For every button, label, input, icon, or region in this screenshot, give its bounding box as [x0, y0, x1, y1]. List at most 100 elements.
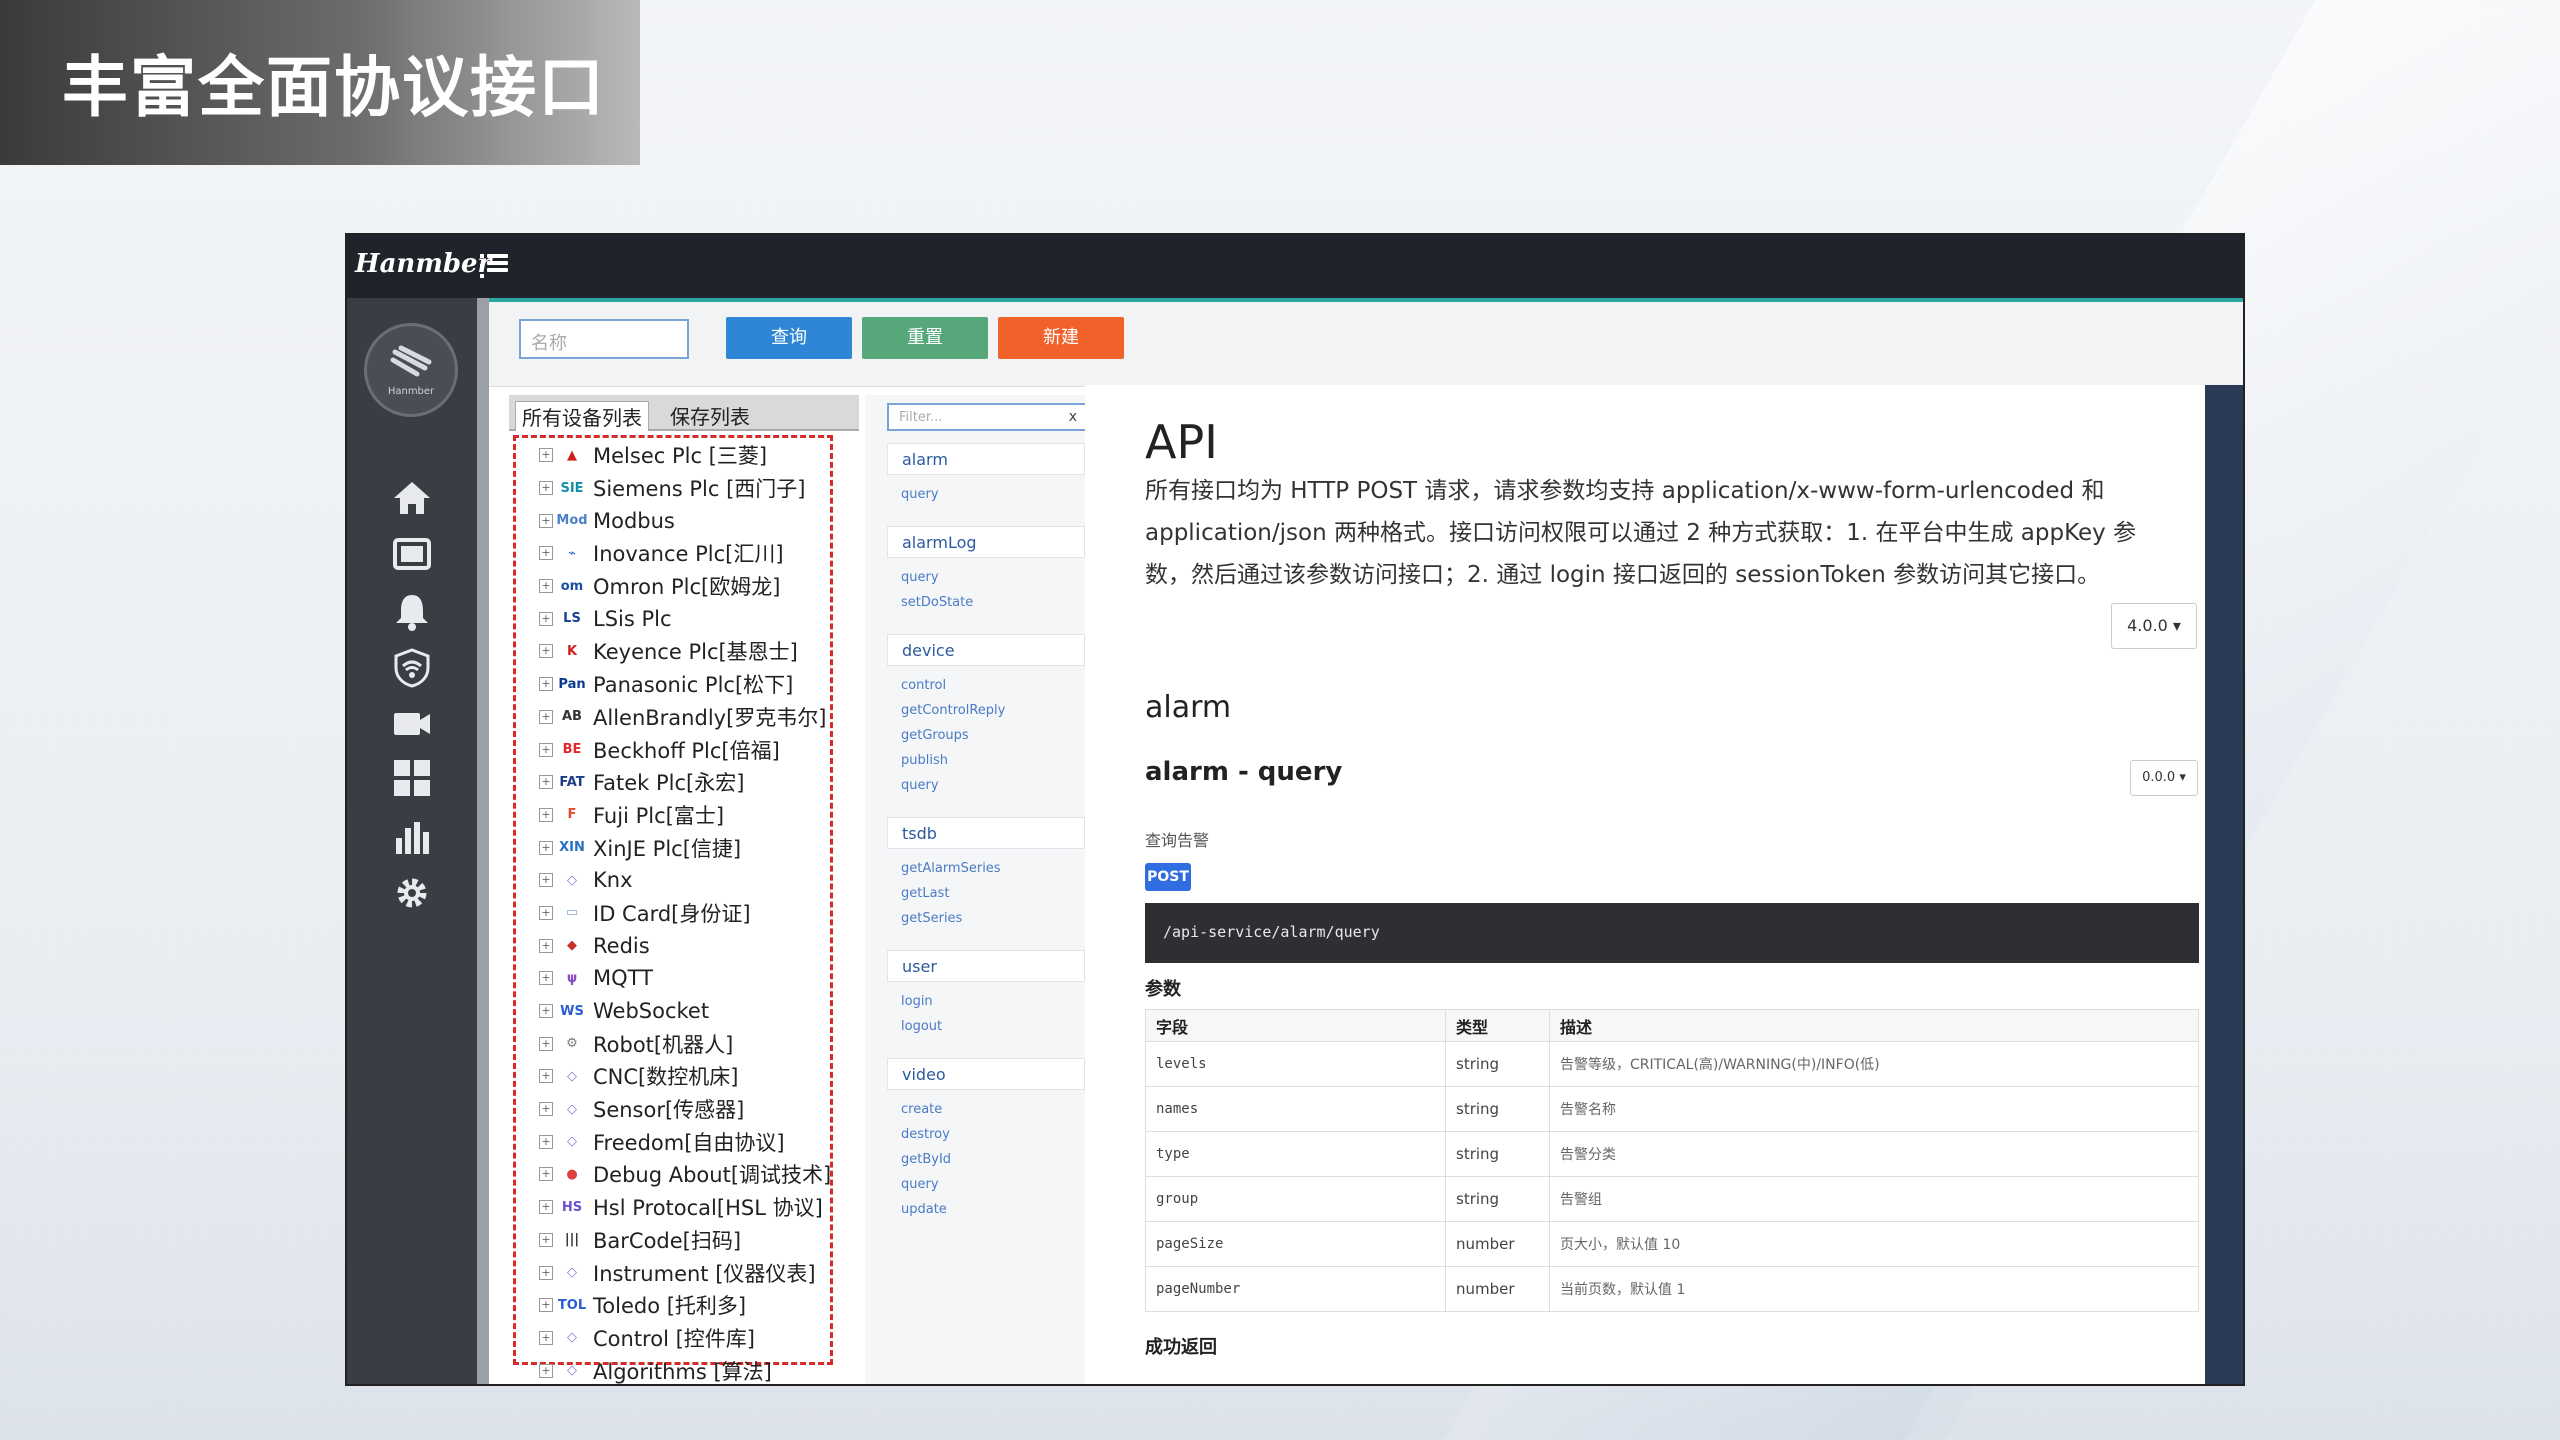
api-link-device-query[interactable]: query [901, 778, 939, 793]
expand-icon[interactable]: + [539, 1069, 553, 1084]
api-group-video[interactable]: video [887, 1058, 1085, 1090]
expand-icon[interactable]: + [539, 1004, 553, 1019]
reset-button[interactable]: 重置 [862, 317, 988, 359]
device-tree-item[interactable]: + F Fuji Plc[富士] [539, 799, 869, 832]
expand-icon[interactable]: + [539, 448, 553, 463]
expand-icon[interactable]: + [539, 775, 553, 790]
expand-icon[interactable]: + [539, 611, 553, 626]
avatar[interactable]: Hanmber [364, 323, 458, 417]
device-tree-item[interactable]: + XIN XinJE Plc[信捷] [539, 831, 869, 864]
video-camera-icon[interactable] [392, 703, 432, 743]
api-link-tsdb-getSeries[interactable]: getSeries [901, 911, 962, 926]
expand-icon[interactable]: + [539, 709, 553, 724]
settings-gear-icon[interactable] [392, 873, 432, 913]
create-button[interactable]: 新建 [998, 317, 1124, 359]
device-tree-item[interactable]: + ψ MQTT [539, 962, 869, 995]
api-link-video-query[interactable]: query [901, 1177, 939, 1192]
filter-input[interactable]: Filter... x [887, 403, 1087, 431]
expand-icon[interactable]: + [539, 840, 553, 855]
expand-icon[interactable]: + [539, 481, 553, 496]
dashboard-grid-icon[interactable] [392, 758, 432, 798]
device-tree-item[interactable]: + ◆ Redis [539, 929, 869, 962]
api-link-video-destroy[interactable]: destroy [901, 1127, 950, 1142]
device-tree-item[interactable]: + ◇ Knx [539, 864, 869, 897]
expand-icon[interactable]: + [539, 971, 553, 986]
device-tree-item[interactable]: + ◇ Sensor[传感器] [539, 1093, 869, 1126]
api-version-select[interactable]: 4.0.0 ▾ [2111, 603, 2197, 649]
expand-icon[interactable]: + [539, 1232, 553, 1247]
device-tree-item[interactable]: + ◇ Freedom[自由协议] [539, 1125, 869, 1158]
device-tree-item[interactable]: + ⚙ Robot[机器人] [539, 1027, 869, 1060]
api-link-device-getGroups[interactable]: getGroups [901, 728, 969, 743]
device-tree-item[interactable]: + SIE Siemens Plc [西门子] [539, 472, 869, 505]
device-tree-item[interactable]: + ◇ Instrument [仪器仪表] [539, 1256, 869, 1289]
device-tree-item[interactable]: + Mod Modbus [539, 504, 869, 537]
api-link-alarmLog-query[interactable]: query [901, 570, 939, 585]
statistics-icon[interactable] [392, 816, 432, 856]
device-tree-item[interactable]: + Pan Panasonic Plc[松下] [539, 668, 869, 701]
api-link-device-control[interactable]: control [901, 678, 946, 693]
expand-icon[interactable]: + [539, 677, 553, 692]
expand-icon[interactable]: + [539, 1102, 553, 1117]
api-link-alarm-query[interactable]: query [901, 487, 939, 502]
expand-icon[interactable]: + [539, 742, 553, 757]
api-group-alarm[interactable]: alarm [887, 443, 1085, 475]
api-link-video-getById[interactable]: getById [901, 1152, 951, 1167]
api-link-user-logout[interactable]: logout [901, 1019, 942, 1034]
shield-wifi-icon[interactable] [392, 648, 432, 688]
tab-all-devices[interactable]: 所有设备列表 [515, 401, 649, 431]
expand-icon[interactable]: + [539, 1167, 553, 1182]
query-button[interactable]: 查询 [726, 317, 852, 359]
api-group-user[interactable]: user [887, 950, 1085, 982]
api-link-device-getControlReply[interactable]: getControlReply [901, 703, 1005, 718]
expand-icon[interactable]: + [539, 1363, 553, 1378]
expand-icon[interactable]: + [539, 1298, 553, 1313]
device-tree-item[interactable]: + LS LSis Plc [539, 602, 869, 635]
expand-icon[interactable]: + [539, 807, 553, 822]
device-tree-item[interactable]: + HS Hsl Protocal[HSL 协议] [539, 1191, 869, 1224]
expand-icon[interactable]: + [539, 1036, 553, 1051]
api-link-device-publish[interactable]: publish [901, 753, 948, 768]
api-group-tsdb[interactable]: tsdb [887, 817, 1085, 849]
endpoint-version-select[interactable]: 0.0.0 ▾ [2130, 760, 2198, 796]
device-tree-item[interactable]: + BE Beckhoff Plc[倍福] [539, 733, 869, 766]
api-group-alarmLog[interactable]: alarmLog [887, 526, 1085, 558]
device-tree-item[interactable]: + AB AllenBrandly[罗克韦尔] [539, 701, 869, 734]
monitor-icon[interactable] [392, 535, 432, 575]
device-tree-item[interactable]: + ● Debug About[调试技术] [539, 1158, 869, 1191]
api-link-video-create[interactable]: create [901, 1102, 942, 1117]
device-tree-item[interactable]: + WS WebSocket [539, 995, 869, 1028]
device-tree-item[interactable]: + K Keyence Plc[基恩士] [539, 635, 869, 668]
expand-icon[interactable]: + [539, 546, 553, 561]
expand-icon[interactable]: + [539, 938, 553, 953]
device-tree-item[interactable]: + ◇ CNC[数控机床] [539, 1060, 869, 1093]
device-tree-item[interactable]: + ⌁ Inovance Plc[汇川] [539, 537, 869, 570]
device-tree-item[interactable]: + FAT Fatek Plc[永宏] [539, 766, 869, 799]
expand-icon[interactable]: + [539, 1200, 553, 1215]
device-tree-item[interactable]: + TOL Toledo [托利多] [539, 1289, 869, 1322]
device-tree-item[interactable]: + ||| BarCode[扫码] [539, 1224, 869, 1257]
menu-toggle-icon[interactable] [480, 251, 508, 279]
api-link-tsdb-getLast[interactable]: getLast [901, 886, 949, 901]
expand-icon[interactable]: + [539, 1134, 553, 1149]
expand-icon[interactable]: + [539, 1330, 553, 1345]
device-tree-item[interactable]: + ▲ Melsec Plc [三菱] [539, 439, 869, 472]
expand-icon[interactable]: + [539, 873, 553, 888]
device-tree-item[interactable]: + om Omron Plc[欧姆龙] [539, 570, 869, 603]
home-icon[interactable] [392, 478, 432, 518]
device-tree-item[interactable]: + ◇ Algorithms [算法] [539, 1354, 869, 1384]
name-search-input[interactable]: 名称 [519, 319, 689, 359]
api-link-alarmLog-setDoState[interactable]: setDoState [901, 595, 973, 610]
api-group-device[interactable]: device [887, 634, 1085, 666]
expand-icon[interactable]: + [539, 905, 553, 920]
tab-saved-list[interactable]: 保存列表 [664, 401, 756, 430]
device-tree-item[interactable]: + ◇ Control [控件库] [539, 1322, 869, 1355]
api-link-tsdb-getAlarmSeries[interactable]: getAlarmSeries [901, 861, 1001, 876]
api-link-user-login[interactable]: login [901, 994, 933, 1009]
expand-icon[interactable]: + [539, 1265, 553, 1280]
expand-icon[interactable]: + [539, 644, 553, 659]
device-tree-item[interactable]: + ▭ ID Card[身份证] [539, 897, 869, 930]
expand-icon[interactable]: + [539, 579, 553, 594]
bell-icon[interactable] [392, 591, 432, 631]
api-link-video-update[interactable]: update [901, 1202, 947, 1217]
